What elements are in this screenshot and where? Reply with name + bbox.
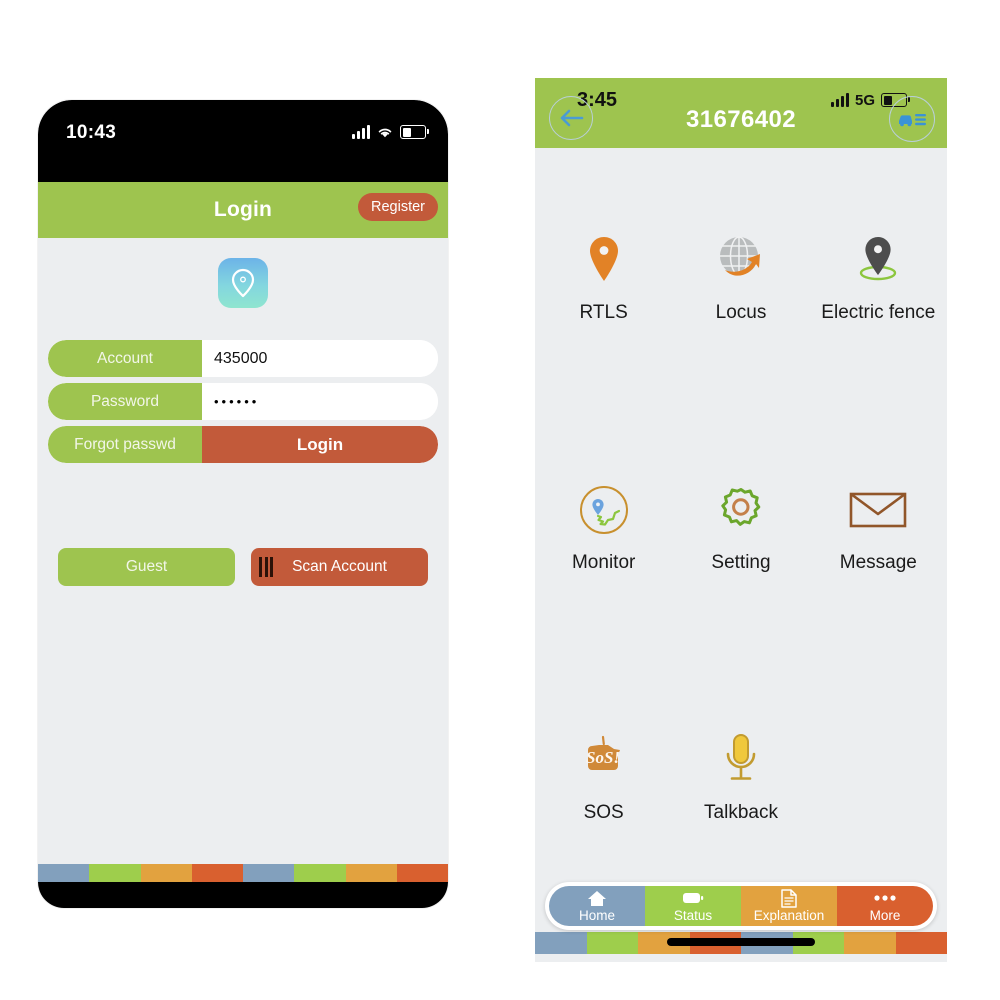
svg-text:SoS!: SoS! bbox=[586, 748, 620, 767]
home-icon bbox=[587, 890, 607, 907]
menu-label: Setting bbox=[711, 552, 771, 573]
password-field-label: Password bbox=[48, 383, 202, 420]
scan-account-button[interactable]: Scan Account bbox=[251, 548, 428, 586]
menu-label: SOS bbox=[583, 802, 624, 823]
login-content: Account 435000 Password •••••• Forgot pa… bbox=[38, 238, 448, 856]
menu-item-talkback[interactable]: Talkback bbox=[672, 732, 809, 824]
login-phone-bottom-bezel bbox=[38, 882, 448, 908]
nav-label: Home bbox=[578, 907, 615, 923]
login-header-bar: Login Register bbox=[38, 182, 448, 238]
map-pin-logo-icon bbox=[218, 258, 268, 308]
nav-label: More bbox=[869, 907, 901, 923]
menu-item-setting[interactable]: Setting bbox=[672, 482, 809, 574]
menu-label: Message bbox=[839, 552, 917, 573]
menu-item-monitor[interactable]: Monitor bbox=[535, 482, 672, 574]
document-icon bbox=[781, 888, 797, 908]
nav-item-explanation[interactable]: Explanation bbox=[741, 886, 837, 926]
menu-row-3: SoS! SOS Talkback bbox=[535, 732, 947, 824]
password-field-row[interactable]: Password •••••• bbox=[48, 383, 438, 420]
device-phone-mockup: 3:45 5G 31676402 RTLS Locus Electric fen… bbox=[535, 78, 947, 962]
sos-bubble-icon: SoS! bbox=[577, 732, 631, 788]
menu-item-rtls[interactable]: RTLS bbox=[535, 232, 672, 324]
login-color-stripe bbox=[38, 864, 448, 882]
login-phone-mockup: 10:43 Login Register Account 435000 Pass… bbox=[38, 100, 448, 908]
signal-bars-icon bbox=[830, 93, 849, 107]
nav-item-status[interactable]: Status bbox=[645, 886, 741, 926]
login-action-row: Forgot passwd Login bbox=[48, 426, 438, 463]
password-input[interactable]: •••••• bbox=[202, 383, 438, 420]
battery-icon bbox=[400, 125, 429, 139]
account-field-label: Account bbox=[48, 340, 202, 377]
wifi-icon bbox=[378, 128, 392, 137]
account-input[interactable]: 435000 bbox=[202, 340, 438, 377]
login-secondary-buttons: Guest Scan Account bbox=[58, 548, 428, 586]
menu-item-locus[interactable]: Locus bbox=[672, 232, 809, 324]
menu-label: Talkback bbox=[704, 802, 778, 823]
home-indicator bbox=[667, 938, 815, 946]
status-time: 10:43 bbox=[66, 122, 117, 143]
barcode-icon bbox=[259, 557, 273, 577]
login-status-bar: 10:43 bbox=[38, 100, 448, 182]
vehicle-list-button[interactable] bbox=[889, 96, 935, 142]
page-title: Login bbox=[213, 198, 273, 221]
forgot-password-button[interactable]: Forgot passwd bbox=[48, 426, 202, 463]
screenshot-stage: 10:43 Login Register Account 435000 Pass… bbox=[0, 0, 1000, 1000]
nav-item-home[interactable]: Home bbox=[549, 886, 645, 926]
menu-item-sos[interactable]: SoS! SOS bbox=[535, 732, 672, 824]
menu-label: Locus bbox=[715, 302, 767, 323]
battery-status-icon bbox=[682, 890, 704, 907]
bottom-nav-bar: Home Status Explanation More bbox=[545, 882, 937, 930]
menu-label: RTLS bbox=[579, 302, 628, 323]
menu-row-1: RTLS Locus Electric fence bbox=[535, 232, 947, 324]
nav-label: Explanation bbox=[753, 907, 825, 923]
map-pin-icon bbox=[587, 232, 621, 288]
scan-account-label: Scan Account bbox=[292, 558, 387, 575]
car-list-icon bbox=[899, 114, 926, 127]
microphone-icon bbox=[718, 732, 764, 788]
menu-row-2: Monitor Setting Message bbox=[535, 482, 947, 574]
menu-label: Electric fence bbox=[821, 302, 936, 323]
register-button[interactable]: Register bbox=[358, 193, 438, 221]
device-header-bar: 3:45 5G 31676402 bbox=[535, 78, 947, 148]
device-id-title: 31676402 bbox=[686, 106, 796, 133]
status-icons bbox=[352, 122, 429, 142]
bottom-nav-inner: Home Status Explanation More bbox=[549, 886, 933, 926]
device-menu-grid: RTLS Locus Electric fence Monitor Settin… bbox=[535, 148, 947, 878]
guest-button[interactable]: Guest bbox=[58, 548, 235, 586]
signal-bars-icon bbox=[352, 125, 370, 139]
login-phone-body: 10:43 Login Register Account 435000 Pass… bbox=[38, 100, 448, 908]
login-form: Account 435000 Password •••••• Forgot pa… bbox=[48, 340, 438, 586]
account-field-row[interactable]: Account 435000 bbox=[48, 340, 438, 377]
menu-item-message[interactable]: Message bbox=[810, 482, 947, 574]
nav-item-more[interactable]: More bbox=[837, 886, 933, 926]
envelope-icon bbox=[849, 482, 907, 538]
menu-label: Monitor bbox=[571, 552, 636, 573]
login-button[interactable]: Login bbox=[202, 426, 438, 463]
geofence-pin-icon bbox=[851, 232, 905, 288]
gear-icon bbox=[714, 482, 768, 538]
nav-label: Status bbox=[673, 907, 713, 923]
route-circle-icon bbox=[577, 482, 631, 538]
globe-arrow-icon bbox=[714, 232, 768, 288]
menu-item-electric-fence[interactable]: Electric fence bbox=[810, 232, 947, 324]
more-dots-icon bbox=[873, 890, 897, 907]
